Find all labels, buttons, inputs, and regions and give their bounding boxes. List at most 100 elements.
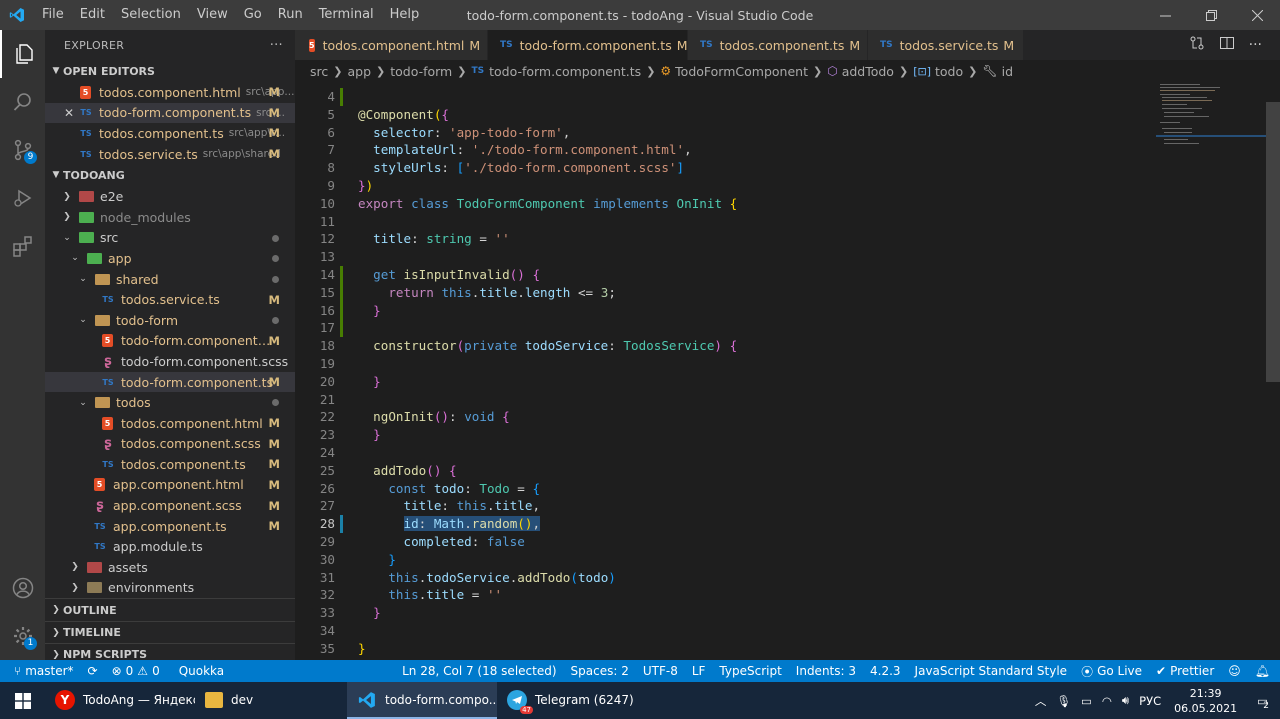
close-window-button[interactable]	[1234, 0, 1280, 30]
typescript-version[interactable]: 4.2.3	[863, 664, 908, 678]
feedback-icon[interactable]: ☺	[1221, 664, 1248, 678]
menu-run[interactable]: Run	[270, 0, 311, 30]
explorer-icon[interactable]	[0, 30, 45, 78]
taskbar-yandex-browser[interactable]: Y TodoAng — Яндекс...	[45, 682, 195, 719]
code-editor[interactable]: 4 5 @Component({ 6 selector: 'app-todo-fo…	[295, 82, 1280, 660]
cursor-position[interactable]: Ln 28, Col 7 (18 selected)	[395, 664, 563, 678]
breadcrumb-item[interactable]: addTodo	[842, 64, 894, 79]
accounts-icon[interactable]	[0, 564, 45, 612]
tree-item-file[interactable]: TS todos.component.ts M	[45, 454, 295, 475]
code-style[interactable]: JavaScript Standard Style	[908, 664, 1075, 678]
modified-badge: M	[268, 105, 280, 120]
tree-item-app[interactable]: ⌄ app	[45, 248, 295, 269]
source-control-icon[interactable]: 9	[0, 126, 45, 174]
breadcrumb-item[interactable]: todo-form	[390, 64, 452, 79]
tree-item-assets[interactable]: ❯ assets	[45, 557, 295, 578]
vertical-scrollbar[interactable]	[1266, 102, 1280, 382]
network-adapter-icon[interactable]: ▭	[1076, 694, 1097, 708]
tree-item-environments[interactable]: ❯ environments	[45, 578, 295, 599]
tree-item-file[interactable]: 5 todo-form.component.html M	[45, 331, 295, 352]
tree-item-todos[interactable]: ⌄ todos	[45, 392, 295, 413]
taskbar-dev-folder[interactable]: dev	[195, 682, 347, 719]
outline-section[interactable]: ❯ OUTLINE	[45, 599, 295, 621]
prettier-button[interactable]: ✔ Prettier	[1149, 664, 1221, 678]
breadcrumb-item[interactable]: src	[310, 64, 328, 79]
tree-item-file[interactable]: 5 app.component.html M	[45, 475, 295, 496]
tree-item-node-modules[interactable]: ❯ node_modules	[45, 207, 295, 228]
restore-button[interactable]	[1188, 0, 1234, 30]
branch-indicator[interactable]: ⑂ master*	[0, 664, 81, 678]
open-editor-item[interactable]: TS todos.service.ts src\app\shared M	[45, 144, 295, 165]
problems-indicator[interactable]: ⊗ 0 ⚠ 0	[105, 664, 167, 678]
menu-terminal[interactable]: Terminal	[311, 0, 382, 30]
tree-item-file[interactable]: TS todos.service.ts M	[45, 289, 295, 310]
more-actions-icon[interactable]: ···	[1249, 37, 1262, 53]
go-live-button[interactable]: ⦿ Go Live	[1074, 663, 1149, 680]
wifi-icon[interactable]: ◠	[1097, 694, 1117, 708]
open-changes-icon[interactable]	[1189, 35, 1205, 55]
tree-item-todo-form[interactable]: ⌄ todo-form	[45, 310, 295, 331]
volume-icon[interactable]: 🔊︎	[1117, 693, 1134, 708]
breadcrumb-item[interactable]: TodoFormComponent	[675, 64, 808, 79]
project-section[interactable]: ▼ TODOANG	[45, 164, 295, 186]
settings-gear-icon[interactable]: 1	[0, 612, 45, 660]
run-debug-icon[interactable]	[0, 174, 45, 222]
tree-item-file[interactable]: ʂ todos.component.scss M	[45, 434, 295, 455]
menu-file[interactable]: File	[34, 0, 72, 30]
tree-item-file[interactable]: ʂ app.component.scss M	[45, 495, 295, 516]
chevron-up-icon[interactable]: ︿	[1030, 693, 1052, 709]
typescript-file-icon: TS	[80, 108, 92, 118]
taskbar-telegram[interactable]: 47 Telegram (6247)	[497, 682, 647, 719]
tree-item-src[interactable]: ⌄ src	[45, 228, 295, 249]
breadcrumb-item[interactable]: app	[347, 64, 371, 79]
tree-item-file[interactable]: ʂ todo-form.component.scss	[45, 351, 295, 372]
timeline-section[interactable]: ❯ TIMELINE	[45, 621, 295, 643]
menu-edit[interactable]: Edit	[72, 0, 113, 30]
notifications-bell-icon[interactable]: 🔔︎	[1248, 664, 1280, 678]
open-editor-item-active[interactable]: ✕ TS todo-form.component.ts src\... M	[45, 102, 295, 124]
menu-help[interactable]: Help	[382, 0, 428, 30]
encoding-setting[interactable]: UTF-8	[636, 664, 685, 678]
tree-item-file-selected[interactable]: TS todo-form.component.ts M	[45, 371, 295, 393]
notification-center-icon[interactable]: ▭ 2	[1245, 694, 1280, 711]
tree-item-file[interactable]: TS app.module.ts	[45, 536, 295, 557]
open-editor-item[interactable]: TS todos.component.ts src\app\t... M	[45, 123, 295, 144]
indentation-setting[interactable]: Spaces: 2	[564, 664, 636, 678]
tree-item-file[interactable]: TS app.component.ts M	[45, 516, 295, 537]
extensions-icon[interactable]	[0, 222, 45, 270]
breadcrumb-item[interactable]: todo-form.component.ts	[489, 64, 641, 79]
menu-selection[interactable]: Selection	[113, 0, 189, 30]
tab-todo-form-component-ts[interactable]: TS todo-form.component.ts M ✕	[488, 30, 709, 60]
microphone-icon[interactable]: 🎙︎	[1051, 694, 1076, 708]
tab-todos-component-ts[interactable]: TS todos.component.ts M	[688, 30, 868, 60]
input-language[interactable]: РУС	[1134, 694, 1166, 708]
breadcrumb-item[interactable]: id	[1002, 64, 1013, 79]
language-mode[interactable]: TypeScript	[712, 664, 788, 678]
minimize-button[interactable]	[1142, 0, 1188, 30]
open-editor-item[interactable]: 5 todos.component.html src\app... M	[45, 82, 295, 103]
explorer-more-actions-button[interactable]: ···	[270, 38, 283, 53]
breadcrumb-item[interactable]: todo	[935, 64, 963, 79]
clock[interactable]: 21:39 06.05.2021	[1166, 686, 1245, 716]
open-editors-section[interactable]: ▼ OPEN EDITORS	[45, 60, 295, 82]
eol-setting[interactable]: LF	[685, 664, 713, 678]
gutter-added-marker	[340, 88, 343, 106]
tab-todos-service-ts[interactable]: TS todos.service.ts M	[868, 30, 1024, 60]
taskbar-vscode[interactable]: todo-form.compo...	[347, 682, 497, 719]
minimap[interactable]	[1156, 82, 1266, 162]
quokka-button[interactable]: Quokka	[167, 664, 231, 678]
menu-go[interactable]: Go	[236, 0, 270, 30]
npm-scripts-section[interactable]: ❯ NPM SCRIPTS	[45, 643, 295, 660]
sync-button[interactable]: ⟳	[81, 664, 105, 678]
tab-todos-component-html[interactable]: 5 todos.component.html M	[295, 30, 488, 60]
tree-item-shared[interactable]: ⌄ shared	[45, 269, 295, 290]
windows-start-icon[interactable]	[0, 682, 45, 719]
tree-item-e2e[interactable]: ❯ e2e	[45, 186, 295, 207]
close-icon[interactable]: ✕	[64, 106, 78, 120]
tree-item-file[interactable]: 5 todos.component.html M	[45, 413, 295, 434]
search-icon[interactable]	[0, 78, 45, 126]
menu-view[interactable]: View	[189, 0, 236, 30]
indents-setting[interactable]: Indents: 3	[789, 664, 863, 678]
line-number: 14	[319, 267, 335, 282]
split-editor-icon[interactable]	[1219, 35, 1235, 55]
